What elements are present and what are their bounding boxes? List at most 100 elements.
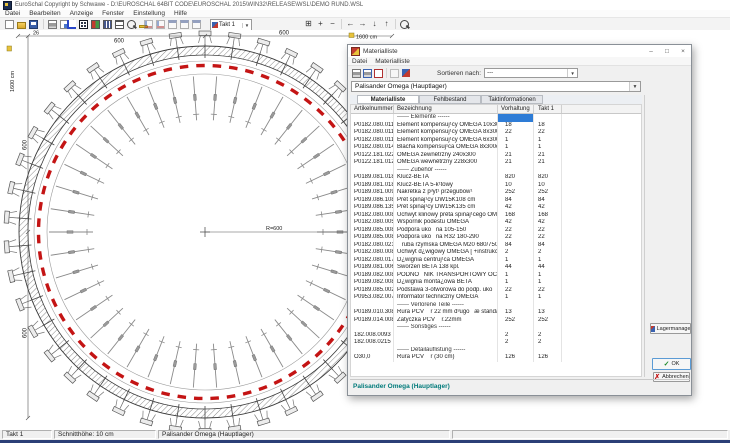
table-row[interactable]: O30,0Rura PCV r (30 cm)126126 bbox=[351, 354, 641, 362]
table-row[interactable]: P0182.080.0053Wspornik podestu OMEGA4242 bbox=[351, 219, 641, 227]
table-pi-3-icon[interactable] bbox=[191, 19, 202, 29]
window-titlebar[interactable]: EuroSchal Copyright by Schwawe - D:\EURO… bbox=[0, 0, 730, 10]
layout-view-icon[interactable] bbox=[114, 19, 125, 29]
pan-up-icon[interactable]: ↑ bbox=[381, 19, 392, 29]
table-row[interactable]: P0182.080.0089Uchwyt d¿wigowy OMEGA [ +i… bbox=[351, 249, 641, 257]
radius-label: R=600 bbox=[266, 226, 282, 232]
print-all-icon[interactable] bbox=[362, 68, 373, 78]
tab-fehlbestand[interactable]: Fehlbestand bbox=[419, 95, 481, 104]
table-row[interactable]: P0182.080.0212ruba rzymska OMEGA M20 68… bbox=[351, 242, 641, 250]
chart-view-icon[interactable] bbox=[66, 19, 77, 29]
close-icon[interactable]: × bbox=[675, 45, 691, 57]
cell-takt1: 2 bbox=[534, 249, 562, 257]
menu-datei[interactable]: Datei bbox=[5, 10, 20, 17]
table-row[interactable]: 182.008.021522 bbox=[351, 339, 641, 347]
diagram-a-icon[interactable] bbox=[143, 19, 154, 29]
column-header-bezeichnung[interactable]: Bezeichnung bbox=[394, 105, 498, 113]
table-row[interactable]: P0182.080.0149Blacha kompensuj¹ca OMEGA … bbox=[351, 144, 641, 152]
menu-hilfe[interactable]: Hilfe bbox=[174, 10, 187, 17]
pan-down-icon[interactable]: ↓ bbox=[369, 19, 380, 29]
cell-takt1: 2 bbox=[534, 339, 562, 347]
print-list-icon[interactable] bbox=[351, 68, 362, 78]
diagram-b-icon[interactable] bbox=[155, 19, 166, 29]
menu-anzeige[interactable]: Anzeige bbox=[70, 10, 94, 17]
open-file-icon[interactable] bbox=[16, 19, 27, 29]
table-row[interactable]: P0182.080.0179D¿wignia centruj¹ca OMEGA1… bbox=[351, 257, 641, 265]
category-row[interactable]: ------ Zubehör ------ bbox=[351, 167, 641, 175]
sort-combobox[interactable]: --- ▼ bbox=[484, 68, 578, 78]
dialog-titlebar[interactable]: Materialliste – □ × bbox=[348, 45, 691, 57]
fit-view-icon[interactable]: ⊞ bbox=[303, 19, 314, 29]
save-icon[interactable] bbox=[28, 19, 39, 29]
table-row[interactable]: P0189.082.0083PODNONIK TRANSPORTOWY OCY… bbox=[351, 272, 641, 280]
table-row[interactable]: P0182.080.0114Element kompensuj¹cy OMEGA… bbox=[351, 137, 641, 145]
materialliste-dialog: Materialliste – □ × Datei Materialliste … bbox=[347, 44, 692, 396]
new-file-icon[interactable] bbox=[4, 19, 15, 29]
chevron-down-icon[interactable]: ▼ bbox=[629, 82, 640, 91]
list-settings-icon[interactable] bbox=[400, 68, 411, 78]
table-pi-1-icon[interactable] bbox=[167, 19, 178, 29]
column-header-vorhaltung[interactable]: Vorhaltung bbox=[498, 105, 534, 113]
table-row[interactable]: P0189.081.0185Klucz-BETA 5-k¹towy1010 bbox=[351, 182, 641, 190]
column-header-takt1[interactable]: Takt 1 bbox=[534, 105, 562, 113]
magnifier-icon[interactable] bbox=[399, 19, 410, 29]
category-row[interactable]: ------ Detailauflistung ------ bbox=[351, 347, 641, 355]
copy-icon[interactable] bbox=[389, 68, 400, 78]
table-row[interactable]: P0122.181.0222OMEGA zewnêtrzny 240x30021… bbox=[351, 152, 641, 160]
columns-view-icon[interactable] bbox=[102, 19, 113, 29]
cell-takt1: 820 bbox=[534, 174, 562, 182]
table-row[interactable]: P0189.085.0023Podstawa 3-otworowa do pod… bbox=[351, 287, 641, 295]
chevron-down-icon[interactable]: ▼ bbox=[242, 23, 251, 28]
chevron-down-icon[interactable]: ▼ bbox=[567, 69, 577, 77]
table-row[interactable]: P0189.085.0081Podpora ukona 105-1502222 bbox=[351, 227, 641, 235]
category-row[interactable]: ------ Elemente ------ bbox=[351, 114, 641, 122]
table-row[interactable]: P0189.086.1350Prêt spinaj¹cy DW15K135 cm… bbox=[351, 204, 641, 212]
color-view-icon[interactable] bbox=[90, 19, 101, 29]
minimize-icon[interactable]: – bbox=[643, 45, 659, 57]
table-row[interactable]: P0189.086.1080Prêt spinaj¹cy DW15K108 cm… bbox=[351, 197, 641, 205]
maximize-icon[interactable]: □ bbox=[659, 45, 675, 57]
material-table: Artikelnummer Bezeichnung Vorhaltung Tak… bbox=[350, 104, 642, 377]
menu-bearbeiten[interactable]: Bearbeiten bbox=[29, 10, 60, 17]
menu-einstellung[interactable]: Einstellung bbox=[133, 10, 165, 17]
table-row[interactable]: P0189.081.0099Nakrêtka z p³yt¹ przegubow… bbox=[351, 189, 641, 197]
cell-takt1: 1 bbox=[534, 257, 562, 265]
cell-vorhaltung: 84 bbox=[498, 242, 534, 250]
category-row[interactable]: ------ Verlorene Teile ------ bbox=[351, 302, 641, 310]
table-row[interactable]: P0189.085.0086Podpora ukona R32 180-290… bbox=[351, 234, 641, 242]
zoom-tool-icon[interactable] bbox=[126, 19, 137, 29]
table-row[interactable]: 182.008.009322 bbox=[351, 332, 641, 340]
table-row[interactable]: P0189.010.3080Rura PCV r 22 mm d³ugoæ … bbox=[351, 309, 641, 317]
menu-fenster[interactable]: Fenster bbox=[102, 10, 124, 17]
ok-button[interactable]: ✓ OK bbox=[652, 358, 691, 370]
tab-taktinformationen[interactable]: Taktinformationen bbox=[481, 95, 543, 104]
table-row[interactable]: P0182.080.0111Element kompensuj¹cy OMEGA… bbox=[351, 129, 641, 137]
pan-left-icon[interactable]: ← bbox=[345, 19, 356, 29]
zoom-in-icon[interactable]: + bbox=[315, 19, 326, 29]
dialog-title: Materialliste bbox=[363, 48, 398, 55]
marker-1600-left: 1600 cm bbox=[10, 70, 16, 92]
category-row[interactable]: ------ Sonstiges ------ bbox=[351, 324, 641, 332]
table-view-icon[interactable] bbox=[78, 19, 89, 29]
stock-combobox[interactable]: Palisander Omega (Hauptlager) ▼ bbox=[351, 81, 641, 92]
table-row[interactable]: P0182.080.0110Element kompensuj¹cy OMEGA… bbox=[351, 122, 641, 130]
table-row[interactable]: P0182.080.0089Uchwyt klinowy prêta spina… bbox=[351, 212, 641, 220]
pan-right-icon[interactable]: → bbox=[357, 19, 368, 29]
lagermanager-button[interactable]: Lagermanager bbox=[650, 323, 691, 334]
dialog-menu-datei[interactable]: Datei bbox=[352, 58, 367, 65]
zoom-out-icon[interactable]: − bbox=[327, 19, 338, 29]
dialog-menu-materialliste[interactable]: Materialliste bbox=[375, 58, 410, 65]
table-row[interactable]: P0189.081.0069Sworzeñ BETA 138 kpl.4444 bbox=[351, 264, 641, 272]
toolbar-separator bbox=[341, 19, 342, 29]
category-label: ------ Detailauflistung ------ bbox=[394, 347, 498, 355]
table-row[interactable]: P0189.014.0081Zatyczka PCV r.22mm252252 bbox=[351, 317, 641, 325]
table-row[interactable]: P0122.181.0122OMEGA wewnêtrzny 228x30021… bbox=[351, 159, 641, 167]
table-row[interactable]: P0953.082.0076Informator techniczny OMEG… bbox=[351, 294, 641, 302]
table-pi-2-icon[interactable] bbox=[179, 19, 190, 29]
export-icon[interactable] bbox=[373, 68, 384, 78]
table-row[interactable]: P0189.081.0180Klucz-BETA820820 bbox=[351, 174, 641, 182]
table-row[interactable]: P0189.082.0080D¿wignia monta¿owa BETA11 bbox=[351, 279, 641, 287]
print-icon[interactable] bbox=[47, 19, 58, 29]
column-header-artikelnummer[interactable]: Artikelnummer bbox=[351, 105, 394, 113]
tab-materialliste[interactable]: Materialliste bbox=[357, 95, 419, 104]
